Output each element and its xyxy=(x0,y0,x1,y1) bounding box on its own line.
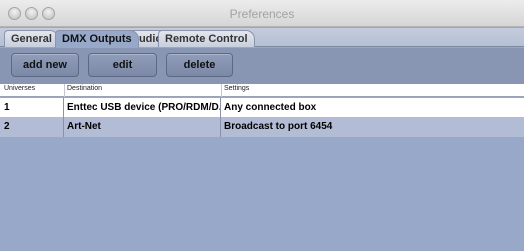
table-row[interactable]: 1 Enttec USB device (PRO/RDM/D... Any co… xyxy=(0,98,524,117)
column-header-universes[interactable]: Universes xyxy=(4,85,35,92)
edit-button[interactable]: edit xyxy=(88,53,157,77)
settings-cell: Broadcast to port 6454 xyxy=(224,121,333,132)
column-header-destination[interactable]: Destination xyxy=(67,85,102,92)
outputs-table: Universes Destination Settings 1 Enttec … xyxy=(0,84,524,251)
tab-bar: General DMX Outputs Audio Remote Control xyxy=(0,28,524,48)
table-header: Universes Destination Settings xyxy=(0,84,524,97)
universe-cell: 1 xyxy=(0,98,64,117)
title-bar: Preferences xyxy=(0,0,524,27)
table-row[interactable]: 2 Art-Net Broadcast to port 6454 xyxy=(0,117,524,137)
delete-button[interactable]: delete xyxy=(166,53,233,77)
tab-remote-control[interactable]: Remote Control xyxy=(158,30,255,47)
window-title: Preferences xyxy=(229,7,295,21)
tab-general[interactable]: General xyxy=(4,30,59,47)
preferences-window: Preferences General DMX Outputs Audio Re… xyxy=(0,0,524,251)
tab-dmx-outputs[interactable]: DMX Outputs xyxy=(55,30,139,48)
settings-cell: Any connected box xyxy=(224,102,317,113)
universe-cell: 2 xyxy=(0,117,64,137)
toolbar: add new edit delete xyxy=(0,48,524,84)
destination-cell: Enttec USB device (PRO/RDM/D... xyxy=(64,98,221,117)
column-divider xyxy=(64,84,65,97)
column-divider xyxy=(221,84,222,97)
column-header-settings[interactable]: Settings xyxy=(224,85,249,92)
add-new-button[interactable]: add new xyxy=(11,53,79,77)
destination-cell: Art-Net xyxy=(64,117,221,137)
